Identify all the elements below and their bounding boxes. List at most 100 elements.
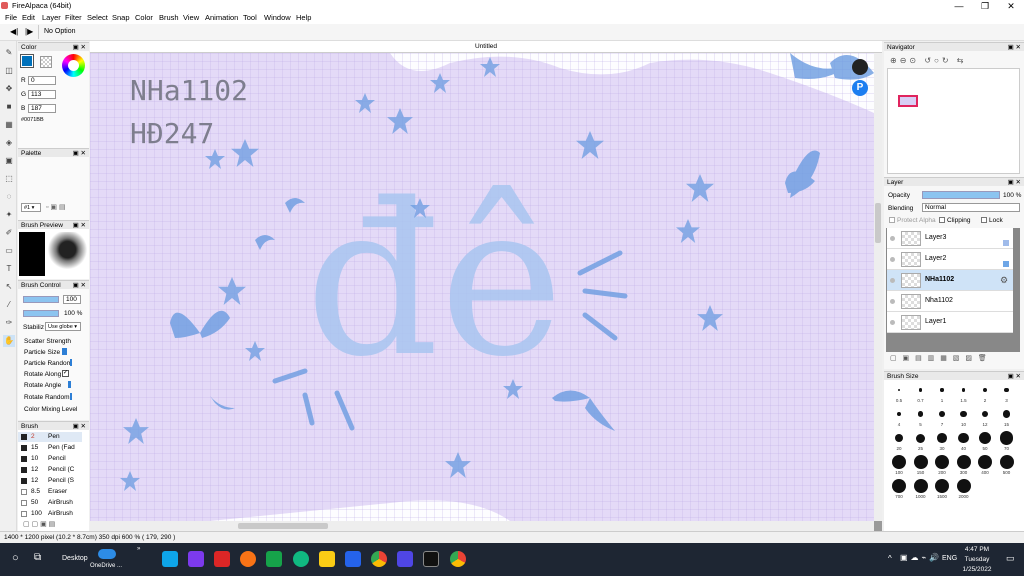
text-tool-icon[interactable]: T	[3, 263, 15, 275]
clipping-checkbox[interactable]	[939, 217, 945, 223]
wifi-app-icon[interactable]	[240, 551, 256, 567]
lasso-icon[interactable]: ◌	[3, 191, 15, 203]
bucket-icon[interactable]: ◈	[3, 137, 15, 149]
menu-layer[interactable]: Layer	[42, 13, 61, 22]
brush-size-dot[interactable]	[892, 455, 906, 469]
chrome-profile-icon[interactable]	[450, 551, 466, 567]
close-button[interactable]: ✕	[998, 0, 1024, 12]
r-input[interactable]: 0	[28, 76, 56, 85]
layer-row-layer2[interactable]: Layer2	[887, 249, 1013, 270]
select-pen-icon[interactable]: ✐	[3, 227, 15, 239]
v-scroll-thumb[interactable]	[875, 203, 881, 243]
operation-icon[interactable]: ↖	[3, 281, 15, 293]
brush-size-dot[interactable]	[961, 388, 966, 392]
brush-size-dot[interactable]	[940, 388, 944, 392]
eraser-tool-icon[interactable]: ◫	[3, 65, 15, 77]
layer-row-layer3[interactable]: Layer3	[887, 228, 1013, 249]
brush-size-dot[interactable]	[918, 388, 923, 392]
stabilizer-select[interactable]: Use globe ▾	[45, 322, 81, 331]
hand-tool-icon[interactable]: ✋	[3, 335, 15, 347]
brush-size-dot[interactable]	[999, 431, 1014, 445]
minimize-button[interactable]: —	[946, 0, 972, 12]
menu-filter[interactable]: Filter	[65, 13, 82, 22]
drawing-canvas[interactable]: đê NHa1102 HĐ247 P	[90, 53, 874, 521]
navigator-toolbar-icons[interactable]: ⊕⊖⊙ ↺○↻ ⇆	[890, 56, 967, 65]
teams-icon[interactable]	[397, 551, 413, 567]
brush-size-dot[interactable]	[939, 411, 945, 417]
protect-alpha-checkbox[interactable]	[889, 217, 895, 223]
secondary-color-swatch[interactable]	[40, 56, 52, 68]
brush-item-pen-fade[interactable]: 15 Pen (Fad	[18, 443, 82, 453]
brush-item-pencil-s[interactable]: 12 Pencil (S	[18, 476, 82, 486]
brush-size-dot[interactable]	[983, 388, 987, 392]
particle-random-slider[interactable]	[70, 359, 72, 366]
layer-visibility-icon[interactable]	[890, 236, 895, 241]
pen-tool-icon[interactable]: ✎	[3, 47, 15, 59]
onedrive-icon[interactable]	[98, 549, 116, 559]
brush-size-dot[interactable]	[1002, 410, 1011, 418]
move-tool-icon[interactable]: ✥	[3, 83, 15, 95]
brush-size-dot[interactable]	[978, 455, 992, 469]
layer-visibility-icon[interactable]	[890, 320, 895, 325]
brush-item-eraser[interactable]: 8.5 Eraser	[18, 487, 82, 497]
rotate-random-slider[interactable]	[70, 393, 72, 400]
brush-size-dot[interactable]	[960, 410, 967, 418]
brush-size-dot[interactable]	[979, 432, 991, 444]
menu-file[interactable]: File	[5, 13, 17, 22]
brush-opacity-slider[interactable]	[23, 310, 59, 317]
notification-icon[interactable]: ▭	[1006, 553, 1015, 564]
chrome-icon[interactable]	[371, 551, 387, 567]
zoom-icon[interactable]	[345, 551, 361, 567]
brush-size-dot[interactable]	[916, 433, 925, 443]
menu-animation[interactable]: Animation	[205, 13, 238, 22]
layer-actions-icons[interactable]: ▢ ▣ ▤ ▥ ▦ ▧ ▨ 🗑	[890, 354, 989, 362]
more-icon[interactable]: »	[137, 546, 140, 552]
brush-size-dot[interactable]	[981, 410, 989, 418]
prev-icon[interactable]: ◀|	[10, 27, 18, 36]
app-icon-red[interactable]	[214, 551, 230, 567]
brush-item-pencil-c[interactable]: 12 Pencil (C	[18, 465, 82, 475]
layer-visibility-icon[interactable]	[890, 257, 895, 262]
gradient-icon[interactable]: ▦	[3, 119, 15, 131]
particle-size-slider[interactable]	[62, 348, 67, 355]
menu-snap[interactable]: Snap	[112, 13, 130, 22]
app-icon-green[interactable]	[266, 551, 282, 567]
vertical-scrollbar[interactable]	[874, 53, 882, 521]
brush-size-dot[interactable]	[897, 388, 901, 392]
primary-color-swatch[interactable]	[20, 54, 34, 68]
menu-help[interactable]: Help	[296, 13, 311, 22]
file-explorer-icon[interactable]	[319, 551, 335, 567]
eyedropper-icon[interactable]: ⁄	[3, 299, 15, 311]
brush-item-airbrush-2[interactable]: 100 AirBrush	[18, 509, 82, 519]
brush-list-actions-icon[interactable]: ▢ ▢ ▣ ▤	[23, 520, 55, 528]
app-icon-purple[interactable]	[188, 551, 204, 567]
menu-brush[interactable]: Brush	[159, 13, 179, 22]
layer-row-layer1[interactable]: Layer1	[887, 312, 1013, 333]
menu-view[interactable]: View	[183, 13, 199, 22]
firealpaca-taskbar-icon[interactable]	[423, 551, 439, 567]
brush-size-input[interactable]: 100	[63, 295, 81, 304]
menu-tool[interactable]: Tool	[243, 13, 257, 22]
rotate-angle-slider[interactable]	[68, 381, 71, 388]
tray-icons[interactable]: ▣☁⌁🔊	[900, 553, 942, 562]
menu-edit[interactable]: Edit	[22, 13, 35, 22]
dropper-icon[interactable]: ✑	[3, 317, 15, 329]
rotate-along-checkbox[interactable]: ✓	[62, 370, 69, 377]
menu-color[interactable]: Color	[135, 13, 153, 22]
magic-wand-icon[interactable]: ✦	[3, 209, 15, 221]
menu-window[interactable]: Window	[264, 13, 291, 22]
brush-item-pen[interactable]: 2 Pen	[18, 432, 82, 442]
next-icon[interactable]: |▶	[25, 27, 33, 36]
layer-row-nha1102-selected[interactable]: NHa1102 ⚙	[887, 270, 1013, 291]
layer-opacity-slider[interactable]	[922, 191, 1000, 199]
brush-size-dot[interactable]	[913, 455, 928, 469]
brush-size-dot[interactable]	[913, 479, 928, 493]
g-input[interactable]: 113	[28, 90, 56, 99]
brush-size-dot[interactable]	[935, 455, 949, 469]
b-input[interactable]: 187	[28, 104, 56, 113]
document-tab[interactable]: Untitled	[90, 41, 882, 53]
blending-select[interactable]: Normal	[922, 203, 1020, 212]
brush-size-dot[interactable]	[896, 411, 902, 417]
brush-size-dot[interactable]	[892, 479, 906, 493]
brush-size-dot[interactable]	[1004, 387, 1009, 393]
